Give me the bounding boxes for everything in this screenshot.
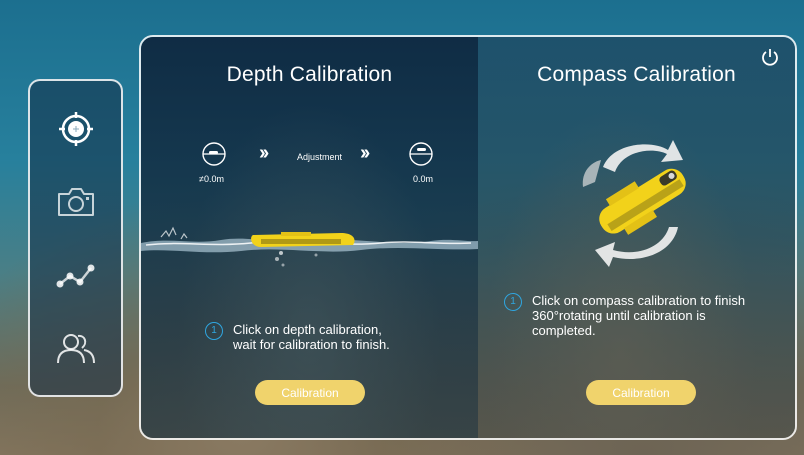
sidebar-item-graph[interactable] — [52, 251, 100, 299]
chevron-right-icon: ›› — [360, 142, 370, 164]
drone-water-illustration — [141, 226, 478, 267]
depth-step-line-2: wait for calibration to finish. — [233, 337, 390, 352]
depth-gauge-start-icon — [202, 142, 226, 166]
step-number-badge: 1 — [504, 293, 522, 311]
graph-icon — [56, 264, 95, 288]
calibration-target-icon — [59, 112, 93, 146]
compass-calibration-section: Compass Calibration 1 Click on compass c… — [478, 37, 795, 438]
sidebar-item-calibration[interactable] — [52, 105, 100, 153]
step-number-badge: 1 — [205, 322, 223, 340]
compass-calibration-title: Compass Calibration — [537, 63, 736, 86]
depth-gauge-end-icon — [409, 142, 433, 166]
depth-calibration-button[interactable]: Calibration — [255, 380, 365, 405]
users-icon — [57, 334, 95, 364]
compass-step-line-1: Click on compass calibration to finish — [532, 293, 746, 308]
depth-start-label: ≠0.0m — [199, 174, 224, 184]
rotating-drone-illustration — [582, 140, 686, 267]
depth-step-line-1: Click on depth calibration, — [233, 322, 382, 337]
depth-calibration-section: Depth Calibration ≠0.0m ›› Adjustment ››… — [141, 37, 478, 438]
depth-step-instruction: 1 Click on depth calibration, wait for c… — [205, 322, 390, 352]
depth-step-text: Click on depth calibration, wait for cal… — [233, 322, 390, 352]
compass-step-line-2: 360°rotating until calibration is — [532, 308, 706, 323]
compass-calibration-button[interactable]: Calibration — [586, 380, 696, 405]
calibration-panel: Depth Calibration ≠0.0m ›› Adjustment ››… — [139, 35, 797, 440]
adjustment-label: Adjustment — [297, 152, 343, 162]
compass-step-text: Click on compass calibration to finish 3… — [532, 293, 745, 338]
chevron-right-icon: ›› — [259, 142, 269, 164]
depth-end-label: 0.0m — [413, 174, 434, 184]
power-icon[interactable] — [760, 47, 780, 67]
sidebar-item-users[interactable] — [52, 325, 100, 373]
sidebar — [28, 79, 123, 397]
camera-icon — [58, 188, 94, 216]
depth-calibration-title: Depth Calibration — [226, 63, 393, 86]
sidebar-item-camera[interactable] — [52, 178, 100, 226]
compass-step-instruction: 1 Click on compass calibration to finish… — [504, 293, 745, 338]
compass-step-line-3: completed. — [532, 323, 596, 338]
